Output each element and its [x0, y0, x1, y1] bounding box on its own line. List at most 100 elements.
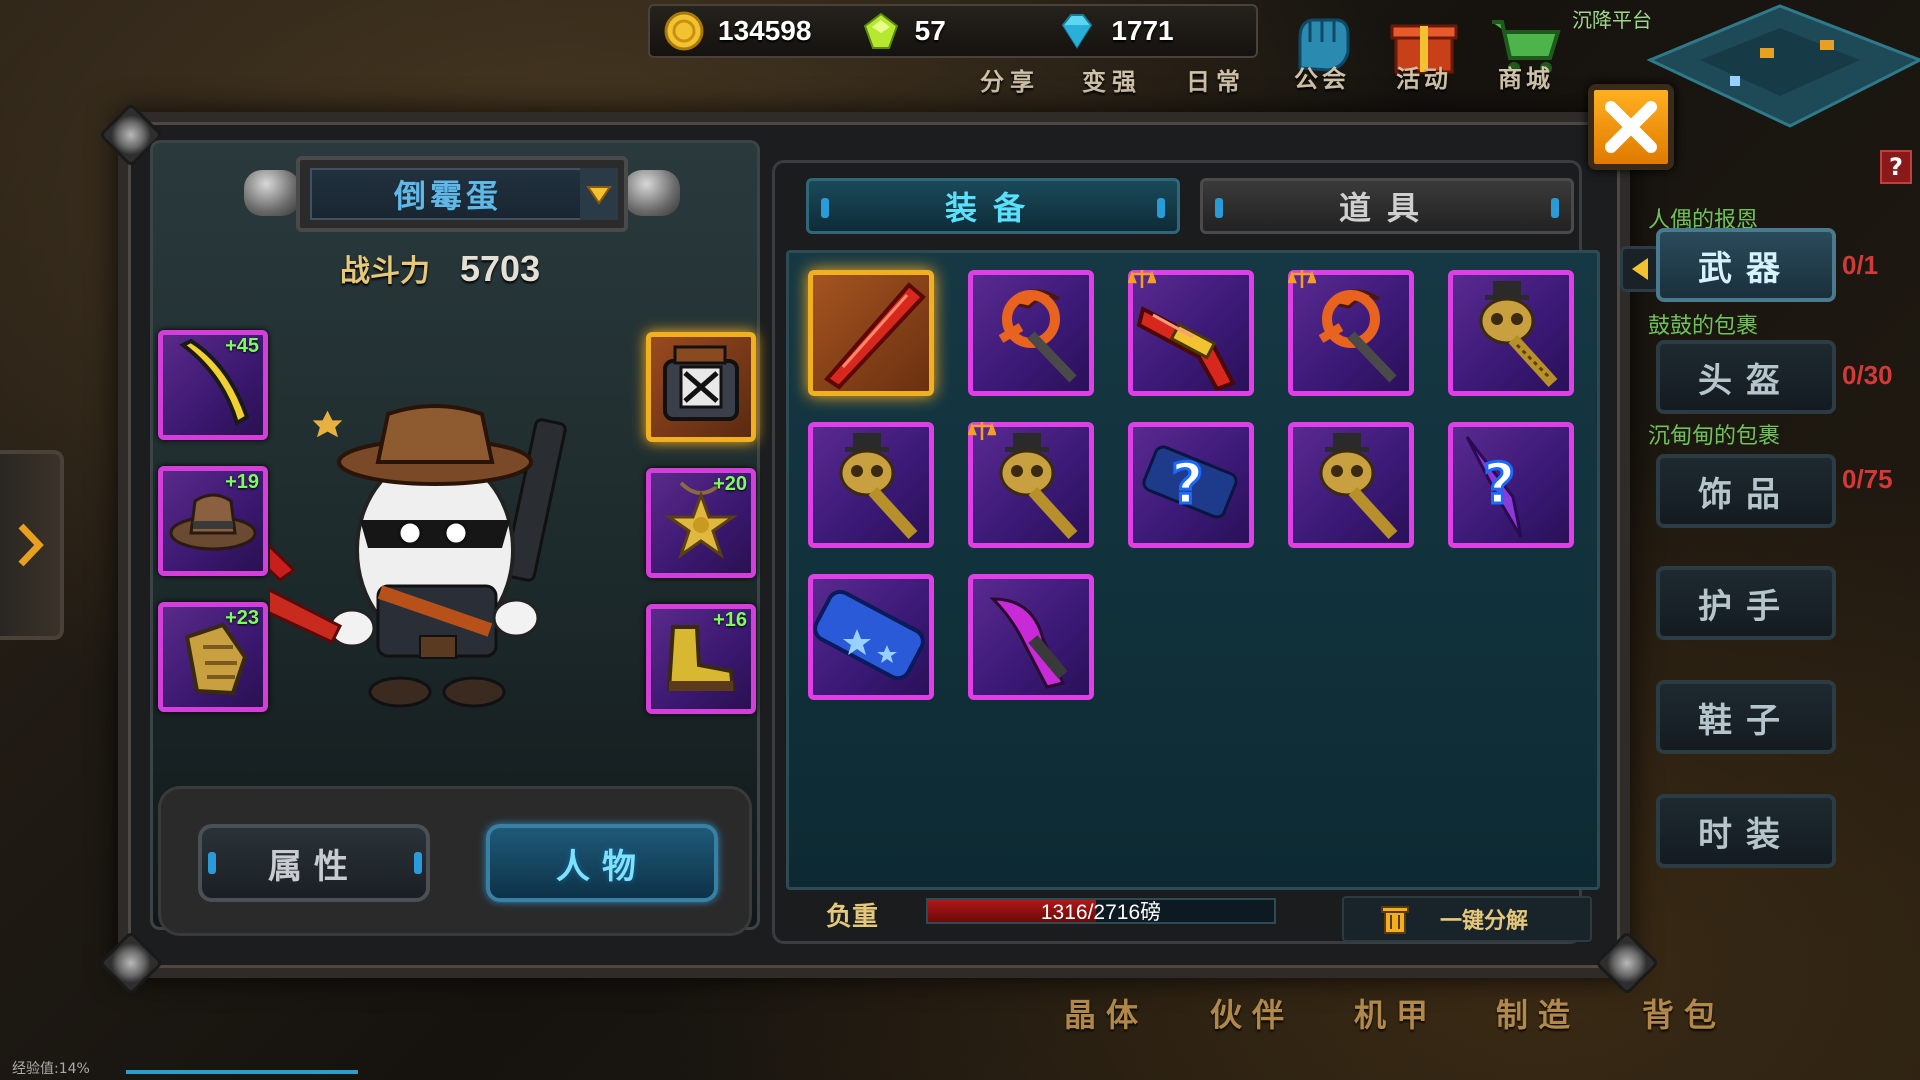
daily-link[interactable]: 日常 — [1186, 62, 1246, 97]
green-gem-icon — [861, 11, 901, 51]
chevron-down-icon — [586, 186, 612, 205]
decompose-all-button[interactable]: 一键分解 — [1342, 896, 1592, 942]
skull-mace-icon — [999, 433, 1078, 540]
character-selector[interactable]: 倒霉蛋 — [296, 156, 628, 232]
category-collapse-arrow[interactable] — [1620, 246, 1660, 292]
category-note: 鼓鼓的包裹 — [1648, 314, 1759, 339]
armor-chest-icon — [663, 345, 739, 421]
scale-badge-icon — [1128, 270, 1156, 288]
tab-equipment[interactable]: 装备 — [806, 178, 1180, 234]
guild-button[interactable]: 公会 — [1278, 8, 1366, 96]
category-fashion[interactable]: 时装 — [1656, 794, 1836, 868]
inventory-item[interactable] — [1448, 270, 1574, 396]
nav-backpack[interactable]: 背包 — [1642, 990, 1726, 1080]
pipe-decoration — [624, 170, 680, 216]
minimap-title: 沉降平台 — [1572, 8, 1652, 32]
inventory-item[interactable] — [968, 574, 1094, 700]
skull-mace-icon — [1319, 433, 1398, 540]
category-count: 0/30 — [1842, 360, 1893, 390]
category-helmet[interactable]: 头盔 — [1656, 340, 1836, 414]
tab-pin — [821, 198, 829, 218]
combat-power: 战斗力 5703 — [340, 246, 540, 290]
tab-indicator — [414, 852, 422, 874]
mystery-dagger-icon: ? — [1465, 436, 1523, 538]
nav-mecha[interactable]: 机甲 — [1354, 990, 1438, 1080]
scale-badge-icon — [968, 422, 996, 440]
share-link[interactable]: 分享 — [980, 62, 1040, 97]
nav-partner[interactable]: 伙伴 — [1210, 990, 1294, 1080]
inventory-item[interactable]: ? — [1448, 422, 1574, 548]
skull-mace-icon — [839, 433, 918, 540]
category-count: 0/75 — [1842, 464, 1893, 494]
nav-craft[interactable]: 制造 — [1496, 990, 1580, 1080]
category-accessory[interactable]: 饰品 — [1656, 454, 1836, 528]
gloves-enhance-level: +23 — [225, 607, 259, 629]
exp-bar — [126, 1070, 358, 1074]
close-button[interactable] — [1588, 84, 1674, 170]
mystery-cannon-icon: ? — [1142, 445, 1238, 519]
svg-text:?: ? — [1483, 452, 1515, 517]
red-gun-icon — [1136, 306, 1236, 391]
game-screen: 134598 57 1771 分享 变强 日常 公会 活动 商城 沉降平台 ? … — [0, 0, 1920, 1080]
inventory-item[interactable] — [808, 422, 934, 548]
weapon-enhance-level: +45 — [225, 335, 259, 357]
category-count: 0/1 — [1842, 250, 1879, 280]
orange-scythe-icon — [1318, 289, 1397, 383]
inventory-item[interactable] — [808, 270, 934, 396]
inventory-item[interactable]: ? — [1128, 422, 1254, 548]
shop-button[interactable]: 商城 — [1482, 8, 1570, 96]
shoes-enhance-level: +16 — [713, 609, 747, 631]
tab-pin — [1215, 198, 1223, 218]
gem-counter: 57 — [861, 11, 1046, 51]
orange-scythe-icon — [998, 289, 1077, 383]
accessory-enhance-level: +20 — [713, 473, 747, 495]
diamond-value: 1771 — [1111, 15, 1174, 46]
inventory-item[interactable] — [1288, 422, 1414, 548]
nav-crystal[interactable]: 晶体 — [1064, 990, 1148, 1080]
exp-label: 经验值:14% — [12, 1061, 90, 1077]
shoes-slot[interactable]: +16 — [646, 604, 756, 714]
chevron-right-icon — [18, 523, 44, 567]
category-gloves[interactable]: 护手 — [1656, 566, 1836, 640]
category-weapon[interactable]: 武器 — [1656, 228, 1836, 302]
attributes-tab[interactable]: 属性 — [198, 824, 430, 902]
tab-pin — [1551, 198, 1559, 218]
event-button[interactable]: 活动 — [1380, 8, 1468, 96]
character-dropdown-button[interactable] — [580, 168, 618, 220]
character-name: 倒霉蛋 — [393, 177, 502, 215]
armor-slot[interactable] — [646, 332, 756, 442]
category-note: 沉甸甸的包裹 — [1648, 424, 1781, 449]
accessory-slot[interactable]: +20 — [646, 468, 756, 578]
combat-power-label: 战斗力 — [340, 254, 430, 289]
character-tab[interactable]: 人物 — [486, 824, 718, 902]
weight-value: 1316/2716磅 — [1040, 901, 1162, 924]
pipe-decoration — [244, 170, 300, 216]
tab-pin — [1157, 198, 1165, 218]
diamond-counter: 1771 — [1057, 11, 1242, 51]
gold-counter: 134598 — [664, 11, 849, 51]
category-shoes[interactable]: 鞋子 — [1656, 680, 1836, 754]
helmet-slot[interactable]: +19 — [158, 466, 268, 576]
gloves-slot[interactable]: +23 — [158, 602, 268, 712]
red-sword-icon — [823, 282, 926, 390]
close-icon — [1605, 101, 1657, 153]
star-cannon-icon — [813, 589, 925, 681]
inventory-item[interactable] — [808, 574, 934, 700]
tab-items[interactable]: 道具 — [1200, 178, 1574, 234]
tab-indicator — [208, 852, 216, 874]
weight-bar: 1316/2716磅 — [926, 898, 1276, 924]
helmet-enhance-level: +19 — [225, 471, 259, 493]
trash-icon — [1381, 906, 1409, 934]
side-expand-tab[interactable] — [0, 450, 64, 640]
character-name-field: 倒霉蛋 — [310, 168, 586, 220]
gold-value: 134598 — [718, 15, 812, 46]
help-button[interactable]: ? — [1880, 150, 1912, 184]
chevron-left-icon — [1632, 258, 1648, 280]
scale-badge-icon — [1288, 270, 1316, 288]
strengthen-link[interactable]: 变强 — [1082, 62, 1142, 97]
hero-character-image — [270, 404, 567, 708]
inventory-item[interactable] — [968, 270, 1094, 396]
resource-bar: 134598 57 1771 — [648, 4, 1258, 58]
weapon-slot[interactable]: +45 — [158, 330, 268, 440]
weight-label: 负重 — [826, 902, 879, 932]
